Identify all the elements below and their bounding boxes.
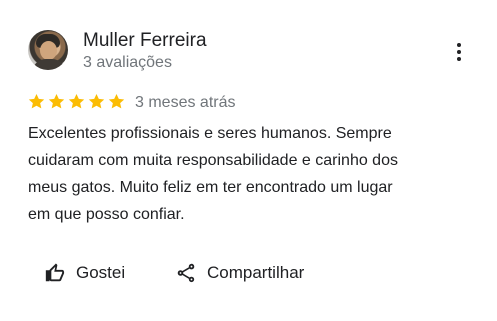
avatar[interactable]: [28, 30, 68, 70]
star-icon: [28, 93, 45, 109]
star-icon: [108, 93, 125, 109]
thumb-up-icon: [45, 263, 65, 282]
share-label: Compartilhar: [207, 263, 305, 282]
menu-dot: [457, 57, 461, 61]
menu-dot: [457, 50, 461, 54]
star-icon: [48, 93, 65, 109]
share-icon: [177, 263, 195, 283]
more-options-icon[interactable]: [449, 40, 469, 64]
review-date: 3 meses atrás: [135, 94, 236, 111]
star-rating: [27, 92, 126, 111]
star-icon: [88, 93, 105, 109]
like-button[interactable]: Gostei: [44, 260, 125, 286]
author-name[interactable]: Muller Ferreira: [83, 30, 207, 52]
author-review-count: 3 avaliações: [83, 54, 172, 71]
review-text: Excelentes profissionais e seres humanos…: [28, 125, 398, 223]
share-button[interactable]: Compartilhar: [175, 260, 304, 286]
avatar-face: [40, 41, 57, 60]
menu-dot: [457, 43, 461, 47]
avatar-shirt: [32, 59, 66, 70]
star-icon: [68, 93, 85, 109]
like-label: Gostei: [76, 263, 126, 282]
